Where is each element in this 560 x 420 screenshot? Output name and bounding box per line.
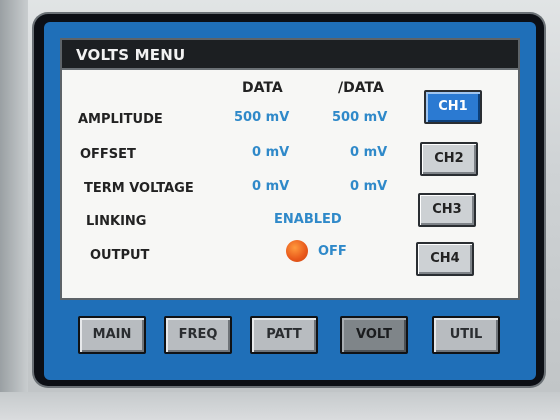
ch3-button[interactable]: CH3	[418, 193, 476, 227]
inverted-data-column-header: /DATA	[338, 80, 384, 96]
offset-label: OFFSET	[80, 147, 136, 162]
ch2-button[interactable]: CH2	[420, 142, 478, 176]
volt-menu-button[interactable]: VOLT	[340, 316, 408, 354]
ch1-button[interactable]: CH1	[424, 90, 482, 124]
instrument-body: VOLTS MENU DATA /DATA AMPLITUDE 500 mV 5…	[0, 0, 560, 420]
offset-data-value[interactable]: 0 mV	[252, 145, 289, 160]
data-column-header: DATA	[242, 80, 283, 96]
output-label: OUTPUT	[90, 248, 150, 263]
util-menu-button[interactable]: UTIL	[432, 316, 500, 354]
main-menu-button[interactable]: MAIN	[78, 316, 146, 354]
offset-inv-data-value[interactable]: 0 mV	[350, 145, 387, 160]
output-status-indicator-icon	[286, 240, 308, 262]
linking-label: LINKING	[86, 214, 147, 229]
amplitude-inv-data-value[interactable]: 500 mV	[332, 110, 387, 125]
amplitude-data-value[interactable]: 500 mV	[234, 110, 289, 125]
device-base	[0, 392, 560, 420]
linking-value[interactable]: ENABLED	[274, 212, 342, 227]
patt-menu-button[interactable]: PATT	[250, 316, 318, 354]
amplitude-label: AMPLITUDE	[78, 112, 163, 127]
freq-menu-button[interactable]: FREQ	[164, 316, 232, 354]
output-value[interactable]: OFF	[318, 244, 347, 259]
term-voltage-data-value[interactable]: 0 mV	[252, 179, 289, 194]
window-titlebar: VOLTS MENU	[62, 40, 518, 70]
term-voltage-label: TERM VOLTAGE	[84, 181, 194, 196]
term-voltage-inv-data-value[interactable]: 0 mV	[350, 179, 387, 194]
window-title: VOLTS MENU	[76, 46, 186, 64]
bezel-edge	[0, 0, 28, 420]
ch4-button[interactable]: CH4	[416, 242, 474, 276]
